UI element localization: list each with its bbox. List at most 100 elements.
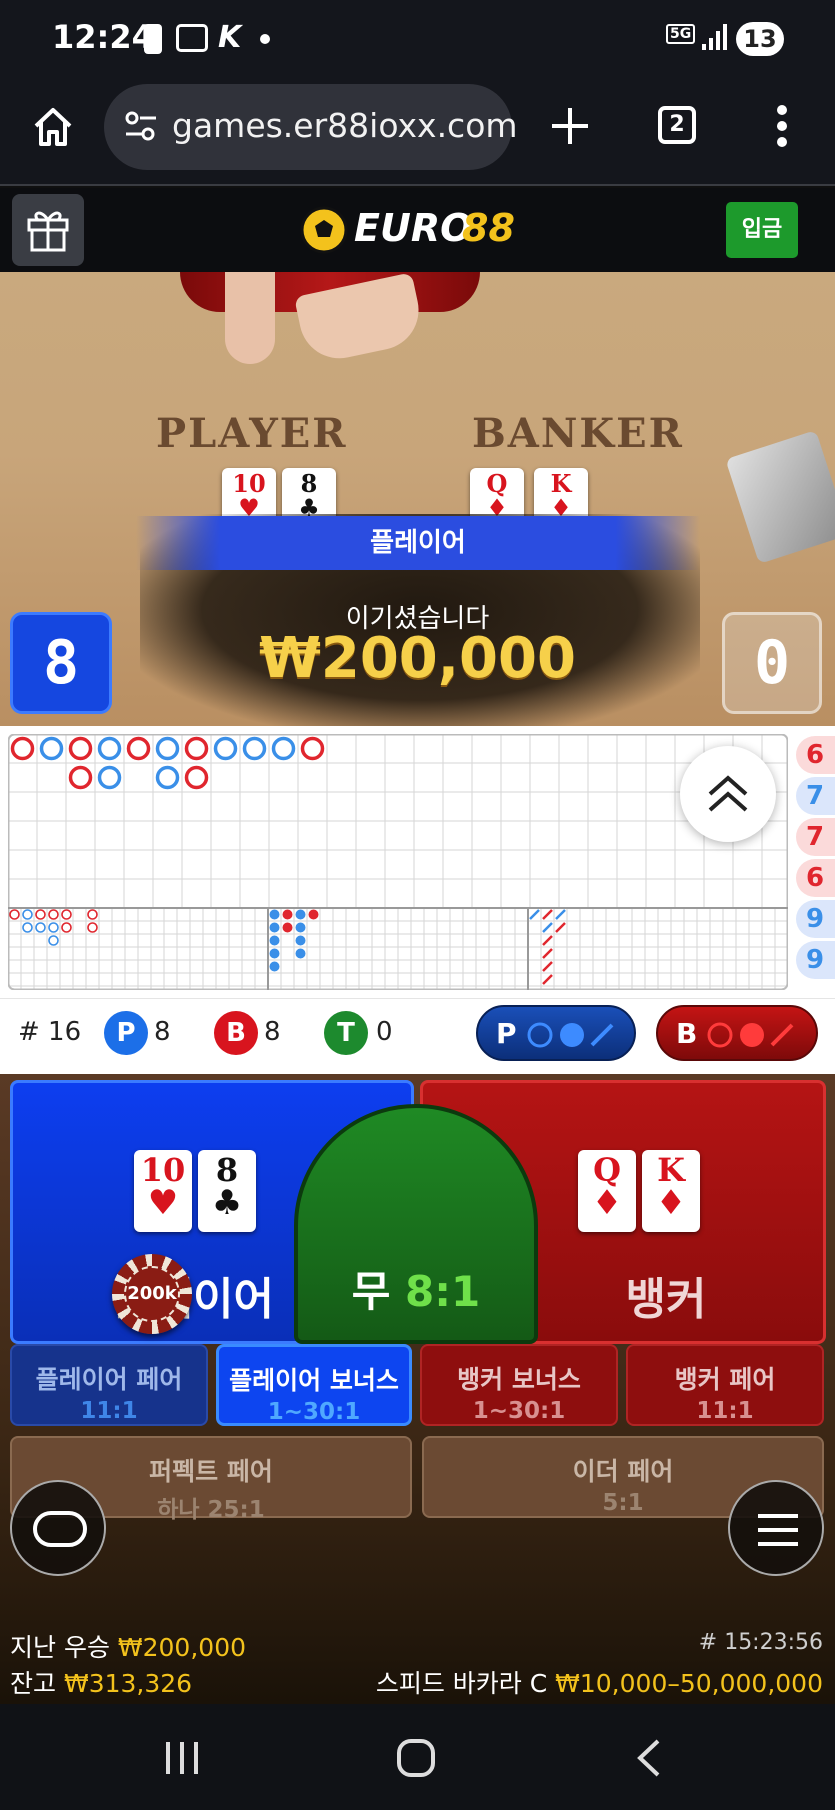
side-number: 6 [796, 859, 835, 897]
big-eye-mark [87, 909, 98, 920]
banker-predict-button[interactable]: B [656, 1005, 818, 1061]
big-eye-mark [48, 909, 59, 920]
url-text[interactable]: games.er88ioxx.com [172, 106, 518, 145]
banker-predict-icons [707, 1022, 794, 1048]
soccer-ball-icon [300, 206, 348, 254]
table-info-row: 스피드 바카라 C ₩10,000–50,000,000 [376, 1664, 823, 1700]
side-number: 6 [796, 736, 835, 774]
live-video: PLAYER BANKER 10 ♥ 8 ♣ Q ♦ K ♦ 플레이어 이기셨습니다 ₩… [0, 272, 835, 726]
double-chevron-up-icon [708, 775, 748, 812]
small-road-mark [269, 922, 280, 933]
bet-card-player-2: 8 ♣ [198, 1150, 256, 1232]
cockroach-road-mark [542, 948, 553, 959]
home-icon[interactable] [32, 106, 74, 148]
table-banker-label: BANKER [472, 410, 684, 457]
big-eye-mark [61, 909, 72, 920]
home-nav-icon[interactable] [396, 1738, 436, 1778]
last-win-amount: ₩200,000 [117, 1633, 247, 1662]
alert-icon [144, 24, 162, 54]
logo-text-88: 88 [462, 206, 515, 250]
browser-toolbar: games.er88ioxx.com 2 [0, 80, 835, 186]
screenshot-icon [176, 24, 208, 52]
banker-pair-button[interactable]: 뱅커 페어 11:1 [626, 1344, 824, 1426]
big-road-mark [10, 736, 35, 761]
bet-card-banker-2: K ♦ [642, 1150, 700, 1232]
side-number-strip: 677699 [796, 736, 835, 986]
player-bonus-button[interactable]: 플레이어 보너스 1~30:1 [216, 1344, 412, 1426]
tie-bet-text: 무 8:1 [298, 1258, 534, 1319]
deposit-button[interactable]: 입금 [726, 202, 798, 258]
menu-button[interactable] [728, 1480, 824, 1576]
site-header: EURO 88 입금 [0, 188, 835, 272]
banker-bonus-button[interactable]: 뱅커 보너스 1~30:1 [420, 1344, 618, 1426]
round-id: # 15:23:56 [698, 1630, 823, 1655]
big-road-mark [68, 736, 93, 761]
table-name: 스피드 바카라 C [375, 1669, 548, 1698]
last-win-label: 지난 우승 [10, 1633, 110, 1662]
cockroach-road-mark [542, 961, 553, 972]
stats-bar: # 16 P 8 B 8 T 0 P B [0, 998, 835, 1074]
recent-apps-icon[interactable] [164, 1740, 200, 1776]
tie-bet-spot[interactable]: 무 8:1 [294, 1104, 538, 1344]
big-road-mark [126, 736, 151, 761]
more-menu-icon[interactable] [772, 104, 792, 148]
big-road-mark [97, 736, 122, 761]
balance-label: 잔고 [10, 1669, 57, 1698]
chat-button[interactable] [10, 1480, 106, 1576]
tie-bet-odds: 8:1 [405, 1267, 481, 1316]
player-predict-button[interactable]: P [476, 1005, 636, 1061]
site-settings-icon[interactable] [124, 110, 158, 142]
address-bar[interactable]: games.er88ioxx.com [104, 84, 518, 170]
hamburger-icon [758, 1514, 798, 1546]
result-banner: 플레이어 [136, 516, 700, 570]
big-eye-mark [22, 922, 33, 933]
roadmap-panel: 677699 [0, 726, 835, 998]
side-number: 7 [796, 818, 835, 856]
back-icon[interactable] [636, 1738, 662, 1778]
tie-count: 0 [376, 1017, 393, 1047]
banker-count-badge: B [214, 1011, 258, 1055]
new-tab-icon[interactable] [548, 104, 592, 148]
player-score: 8 [10, 612, 112, 714]
big-eye-mark [48, 922, 59, 933]
logo-text-euro: EURO [354, 206, 473, 250]
big-eye-mark [87, 922, 98, 933]
player-predict-label: P [496, 1017, 517, 1050]
chat-icon [33, 1511, 87, 1547]
bet-chip[interactable]: 200k [112, 1254, 192, 1334]
big-road-mark [213, 736, 238, 761]
shoe-number: # 16 [18, 1017, 82, 1047]
big-road-mark [68, 765, 93, 790]
banker-count: 8 [264, 1017, 281, 1047]
small-road-mark [269, 948, 280, 959]
cockroach-road-mark [542, 974, 553, 985]
gift-icon [27, 211, 69, 252]
big-road-mark [155, 736, 180, 761]
small-road-mark [295, 909, 306, 920]
battery-icon: 13 [736, 22, 784, 56]
big-road-mark [271, 736, 296, 761]
tab-switcher-button[interactable]: 2 [658, 106, 696, 144]
side-number: 7 [796, 777, 835, 815]
player-count: 8 [154, 1017, 171, 1047]
cockroach-road-mark [555, 922, 566, 933]
dealer-hand-left [225, 272, 275, 364]
big-road-mark [300, 736, 325, 761]
small-road-mark [308, 909, 319, 920]
collapse-button[interactable] [680, 746, 776, 842]
bet-limits: ₩10,000–50,000,000 [555, 1669, 823, 1698]
cockroach-road-mark [529, 909, 540, 920]
side-number: 9 [796, 941, 835, 979]
big-road-mark [184, 736, 209, 761]
gift-button[interactable] [12, 194, 84, 266]
big-eye-mark [22, 909, 33, 920]
network-type-icon: 5G [666, 24, 696, 44]
chip-value: 200k [124, 1266, 180, 1322]
small-road-mark [269, 961, 280, 972]
small-road-mark [269, 935, 280, 946]
big-road-mark [184, 765, 209, 790]
big-eye-mark [9, 909, 20, 920]
big-eye-mark [35, 909, 46, 920]
last-win-row: 지난 우승 ₩200,000 [10, 1628, 246, 1664]
player-pair-button[interactable]: 플레이어 페어 11:1 [10, 1344, 208, 1426]
